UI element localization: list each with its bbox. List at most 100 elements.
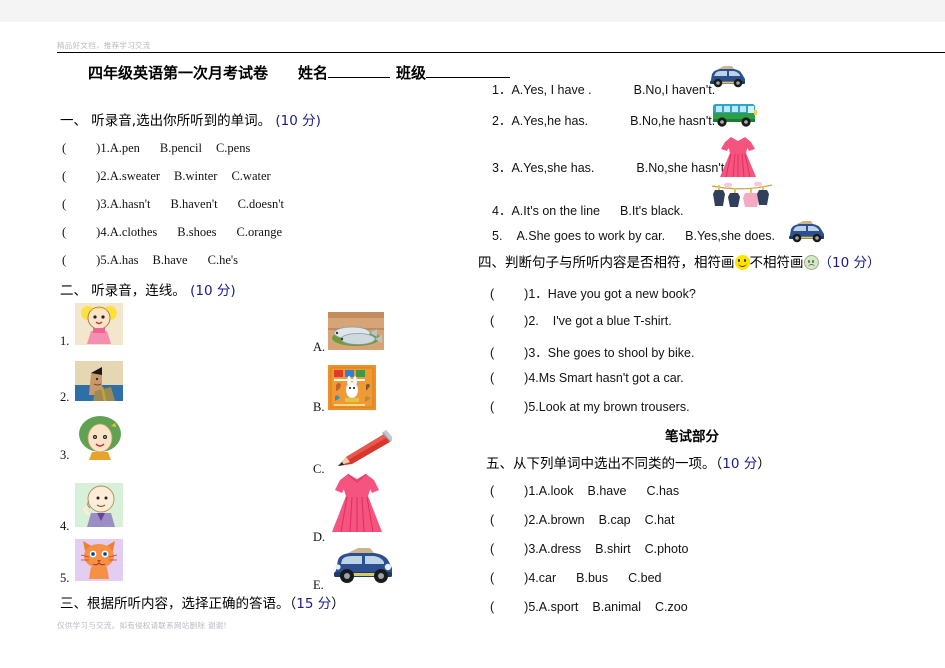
s4-item-1[interactable]: ()1．Have you got a new book? (490, 283, 696, 302)
option-a[interactable]: A.pen (110, 141, 140, 155)
option-a[interactable]: A.Yes,she has. (511, 161, 594, 175)
animal-book-cover-picture (328, 365, 376, 410)
fish-on-plate-picture (328, 312, 384, 350)
statement-text[interactable]: Ms Smart hasn't got a car. (539, 371, 684, 385)
option-a[interactable]: A.look (539, 484, 574, 498)
option-a[interactable]: A.She goes to work by car. (516, 229, 665, 243)
section-4-heading: 四、判断句子与所听内容是否相符，相符画 不相符画 （10 分） (478, 251, 880, 271)
s1-item-2[interactable]: ()2.A.sweater B.winter C.water (62, 169, 271, 184)
open-paren: ( (490, 571, 495, 585)
option-c[interactable]: C.water (231, 169, 270, 183)
option-b[interactable]: B.shoes (177, 225, 216, 239)
option-b[interactable]: B.have (588, 484, 627, 498)
option-c[interactable]: C.orange (237, 225, 282, 239)
item-number: 2. (528, 513, 539, 527)
item-number: 5. (528, 600, 539, 614)
option-b[interactable]: B.have (153, 253, 188, 267)
option-a[interactable]: car (539, 571, 556, 585)
option-a[interactable]: A.brown (539, 513, 585, 527)
option-c[interactable]: C.bed (628, 571, 661, 585)
open-paren: ( (62, 253, 67, 267)
s1-item-4[interactable]: ()4.A.clothes B.shoes C.orange (62, 225, 282, 240)
s4-item-2[interactable]: ()2. I've got a blue T-shirt. (490, 314, 672, 328)
s5-item-2[interactable]: ()2.A.brown B.cap C.hat (490, 513, 675, 527)
section-4-heading-text-b: 不相符画 (749, 255, 804, 271)
blue-car-picture (710, 66, 745, 88)
sad-face-icon (803, 255, 819, 270)
s3-item-4[interactable]: 4．A.It's on the line B.It's black. (492, 200, 684, 219)
option-a[interactable]: A.sweater (110, 169, 160, 183)
item-number: 4. (100, 225, 110, 239)
option-a[interactable]: A.sport (539, 600, 579, 614)
option-a[interactable]: A.hasn't (110, 197, 151, 211)
option-a[interactable]: A.dress (539, 542, 581, 556)
statement-text[interactable]: Look at my brown trousers. (539, 400, 690, 414)
item-number: 3. (100, 197, 110, 211)
option-b[interactable]: B.It's black. (620, 204, 684, 218)
s1-item-3[interactable]: ()3.A.hasn't B.haven't C.doesn't (62, 197, 284, 212)
option-b[interactable]: B.pencil (160, 141, 202, 155)
section-2-points: (10 分) (190, 283, 236, 299)
option-c[interactable]: C.doesn't (238, 197, 284, 211)
s1-item-1[interactable]: ()1.A.pen B.pencil C.pens (62, 141, 250, 156)
item-number: 1. (528, 484, 539, 498)
option-b[interactable]: B.bus (576, 571, 608, 585)
option-a[interactable]: A.Yes, I have . (511, 83, 591, 97)
option-b[interactable]: B.No,I haven't. (634, 83, 716, 97)
statement-text[interactable]: I've got a blue T-shirt. (553, 314, 672, 328)
option-b[interactable]: B.Yes,she does. (685, 229, 775, 243)
section-3-heading-text: 三、根据所听内容，选择正确的答语。（ (60, 596, 297, 612)
section-2-heading: 二、 听录音，连线。 (10 分) (60, 279, 236, 299)
option-c[interactable]: C.photo (645, 542, 689, 556)
open-paren: ( (490, 542, 495, 556)
s5-item-3[interactable]: ()3.A.dress B.shirt C.photo (490, 542, 688, 556)
blue-car-picture (789, 221, 824, 243)
s5-item-5[interactable]: ()5.A.sport B.animal C.zoo (490, 600, 688, 614)
option-c[interactable]: C.zoo (655, 600, 688, 614)
item-number: 1. (100, 141, 110, 155)
s3-item-1[interactable]: 1．A.Yes, I have . B.No,I haven't. (492, 79, 715, 98)
left-column: 一、 听录音,选出你所听到的单词。 (10 分) ()1.A.pen B.penc… (60, 0, 460, 668)
s2-right-label-e: E. (313, 578, 324, 592)
s3-item-5[interactable]: 5. A.She goes to work by car. B.Yes,she do… (492, 229, 775, 243)
option-b[interactable]: B.No,she hasn't. (636, 161, 727, 175)
option-c[interactable]: C.he's (208, 253, 238, 267)
section-4-points: （10 分） (818, 255, 881, 271)
option-a[interactable]: A.has (110, 253, 139, 267)
section-3-heading-tail: ） (331, 596, 345, 612)
open-paren: ( (62, 197, 67, 211)
s4-item-3[interactable]: ()3．She goes to shool by bike. (490, 342, 694, 361)
section-5-points: 10 分 (722, 456, 758, 472)
s4-item-4[interactable]: ()4.Ms Smart hasn't got a car. (490, 371, 684, 385)
s1-item-5[interactable]: ()5.A.has B.have C.he's (62, 253, 238, 268)
option-b[interactable]: B.cap (599, 513, 631, 527)
statement-text[interactable]: Have you got a new book? (548, 287, 696, 301)
option-b[interactable]: B.haven't (171, 197, 218, 211)
exam-paper-page: 精品好文档，推荐学习交流 仅供学习与交流。如有侵权请联系网站删除 谢谢! 四年级… (0, 0, 945, 668)
option-a[interactable]: A.It's on the line (511, 204, 600, 218)
option-c[interactable]: C.pens (216, 141, 250, 155)
statement-text[interactable]: She goes to shool by bike. (548, 346, 695, 360)
option-c[interactable]: C.has (646, 484, 679, 498)
item-number: 2． (492, 114, 512, 128)
s3-item-2[interactable]: 2．A.Yes,he has. B.No,he hasn't. (492, 110, 715, 129)
option-a[interactable]: A.Yes,he has. (511, 114, 588, 128)
green-bus-picture (713, 104, 757, 127)
option-a[interactable]: A.clothes (110, 225, 158, 239)
red-pencil-picture (338, 430, 392, 466)
option-b[interactable]: B.No,he hasn't. (630, 114, 715, 128)
s5-item-4[interactable]: ()4.car B.bus C.bed (490, 571, 661, 585)
s2-left-label-5: 5. (60, 571, 70, 585)
option-c[interactable]: C.hat (645, 513, 675, 527)
section-5-heading: 五、从下列单词中选出不同类的一项。（10 分） (486, 452, 771, 472)
option-b[interactable]: B.animal (592, 600, 641, 614)
item-number: 1． (528, 287, 548, 301)
open-paren: ( (490, 346, 495, 360)
section-5-heading-tail: ） (757, 456, 771, 472)
s3-item-3[interactable]: 3．A.Yes,she has. B.No,she hasn't. (492, 157, 728, 176)
option-b[interactable]: B.winter (174, 169, 217, 183)
option-b[interactable]: B.shirt (595, 542, 630, 556)
item-number: 1． (492, 83, 512, 97)
s4-item-5[interactable]: ()5.Look at my brown trousers. (490, 400, 690, 414)
s5-item-1[interactable]: ()1.A.look B.have C.has (490, 484, 679, 498)
